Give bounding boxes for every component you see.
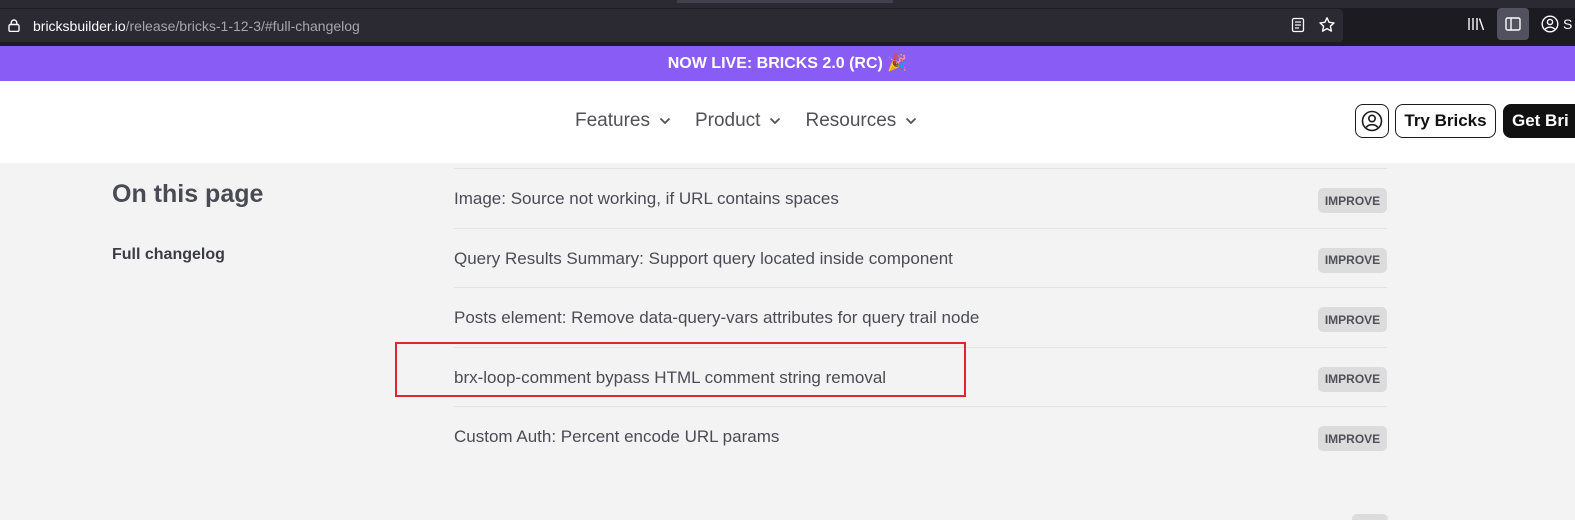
try-bricks-button[interactable]: Try Bricks [1395,104,1496,138]
get-bricks-button[interactable]: Get Bri [1503,104,1575,138]
improve-badge: IMPROVE [1318,366,1387,392]
chevron-down-icon [770,117,781,125]
browser-toolbar: bricksbuilder.io/release/bricks-1-12-3/#… [0,0,1575,46]
sidebar-toggle-button[interactable] [1497,8,1529,40]
improve-badge: IMPROVE [1318,307,1387,332]
bookmark-star-icon[interactable] [1318,16,1336,34]
main-nav: Features Product Resources [575,110,941,132]
user-account-button[interactable] [1355,104,1389,138]
reader-view-icon[interactable] [1290,17,1306,33]
partial-badge [1352,514,1388,520]
changelog-row: Custom Auth: Percent encode URL params I… [454,406,1387,466]
chevron-down-icon [659,117,671,125]
address-bar[interactable]: bricksbuilder.io/release/bricks-1-12-3/#… [0,9,1343,42]
changelog-text: Custom Auth: Percent encode URL params [454,427,780,446]
nav-item-product[interactable]: Product [695,110,781,132]
changelog-row: Posts element: Remove data-query-vars at… [454,287,1387,347]
changelog-text: Posts element: Remove data-query-vars at… [454,308,980,327]
nav-item-label: Features [575,110,650,131]
url-text[interactable]: bricksbuilder.io/release/bricks-1-12-3/#… [33,18,360,34]
tab-edge[interactable] [677,0,893,3]
user-icon [1361,110,1383,132]
toc-heading: On this page [112,180,264,208]
announcement-bar[interactable]: NOW LIVE: BRICKS 2.0 (RC) 🎉 [0,46,1575,81]
toc-link-full-changelog[interactable]: Full changelog [112,246,225,264]
sidebar-icon [1505,17,1521,31]
account-label[interactable]: S [1563,16,1572,32]
lock-icon[interactable] [8,19,20,32]
url-domain: bricksbuilder.io [33,18,126,34]
library-icon[interactable] [1467,16,1485,32]
nav-item-label: Product [694,110,761,131]
nav-item-label: Resources [805,110,897,131]
account-icon[interactable] [1541,15,1559,33]
nav-item-features[interactable]: Features [575,110,671,132]
improve-badge: IMPROVE [1318,426,1387,451]
site-header: Features Product Resources Try Bricks Ge… [0,81,1575,163]
url-path: /release/bricks-1-12-3/#full-changelog [125,18,360,34]
improve-badge: IMPROVE [1318,247,1387,273]
changelog-list: Image: Source not working, if URL contai… [454,168,1387,466]
chevron-down-icon [906,117,917,125]
nav-item-resources[interactable]: Resources [805,110,917,132]
changelog-text: Query Results Summary: Support query loc… [454,248,953,268]
changelog-row: Image: Source not working, if URL contai… [454,168,1387,228]
highlight-annotation-box [395,342,966,397]
changelog-row: Query Results Summary: Support query loc… [454,227,1387,288]
improve-badge: IMPROVE [1318,188,1387,213]
changelog-text: Image: Source not working, if URL contai… [454,189,839,208]
